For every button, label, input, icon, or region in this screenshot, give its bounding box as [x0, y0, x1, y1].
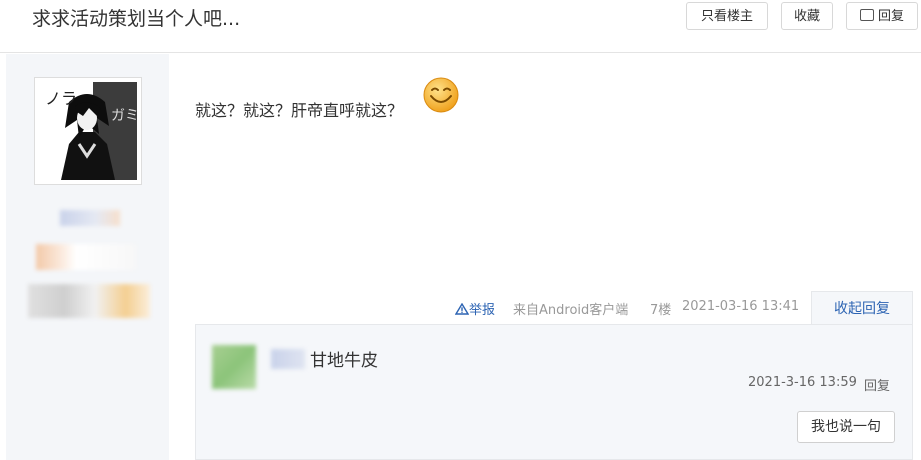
reply-reply-link[interactable]: 回复: [864, 375, 890, 394]
reply-text: 甘地牛皮: [310, 351, 378, 371]
avatar-illustration: ノラ ガミ: [39, 82, 137, 180]
only-view-op-button[interactable]: 只看楼主: [686, 2, 768, 30]
author-avatar[interactable]: ノラ ガミ: [34, 77, 142, 185]
post-source: 来自Android客户端: [513, 303, 629, 318]
thread-title: 求求活动策划当个人吧...: [32, 8, 241, 30]
report-label: 举报: [469, 303, 496, 318]
floor-number: 7楼: [650, 303, 672, 318]
post-time: 2021-03-16 13:41: [682, 299, 800, 314]
smiley-emoji-icon: [423, 77, 459, 113]
svg-text:ノラ: ノラ: [45, 89, 77, 108]
favorite-button[interactable]: 收藏: [781, 2, 833, 30]
reply-button[interactable]: 回复: [846, 2, 918, 30]
reply-avatar[interactable]: [212, 345, 256, 389]
reply-time: 2021-3-16 13:59: [748, 375, 857, 390]
member-badge-placeholder: [28, 284, 150, 318]
reply-username-placeholder[interactable]: [271, 349, 305, 369]
collapse-replies-button[interactable]: 收起回复: [811, 291, 913, 325]
warning-icon: [454, 302, 470, 315]
username-placeholder[interactable]: [60, 210, 120, 226]
reply-panel: 甘地牛皮 2021-3-16 13:59 回复 我也说一句: [195, 324, 913, 460]
thread-header: 求求活动策划当个人吧... 只看楼主 收藏 回复: [0, 0, 921, 53]
comment-icon: [859, 9, 874, 21]
author-sidebar: ノラ ガミ: [6, 54, 169, 460]
level-badge-placeholder: [36, 244, 136, 270]
reply-button-label: 回复: [877, 9, 904, 24]
svg-text:ガミ: ガミ: [111, 108, 137, 124]
report-link[interactable]: 举报: [454, 299, 496, 318]
say-something-button[interactable]: 我也说一句: [797, 411, 895, 443]
post-content: 就这？就这？肝帝直呼就这？: [195, 101, 404, 120]
avatar-image: ノラ ガミ: [39, 82, 137, 180]
